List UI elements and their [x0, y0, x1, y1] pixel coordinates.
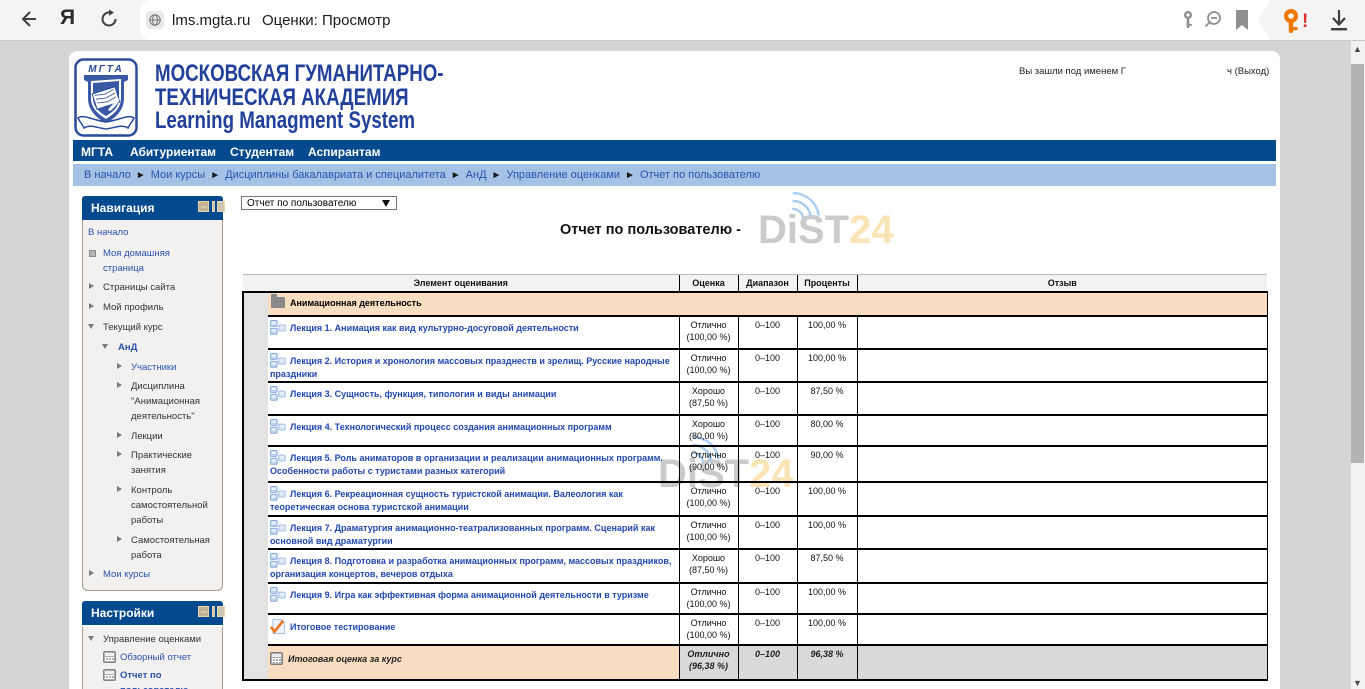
svg-text:!: ! — [1302, 11, 1308, 32]
svg-text:МГТА: МГТА — [88, 64, 123, 75]
